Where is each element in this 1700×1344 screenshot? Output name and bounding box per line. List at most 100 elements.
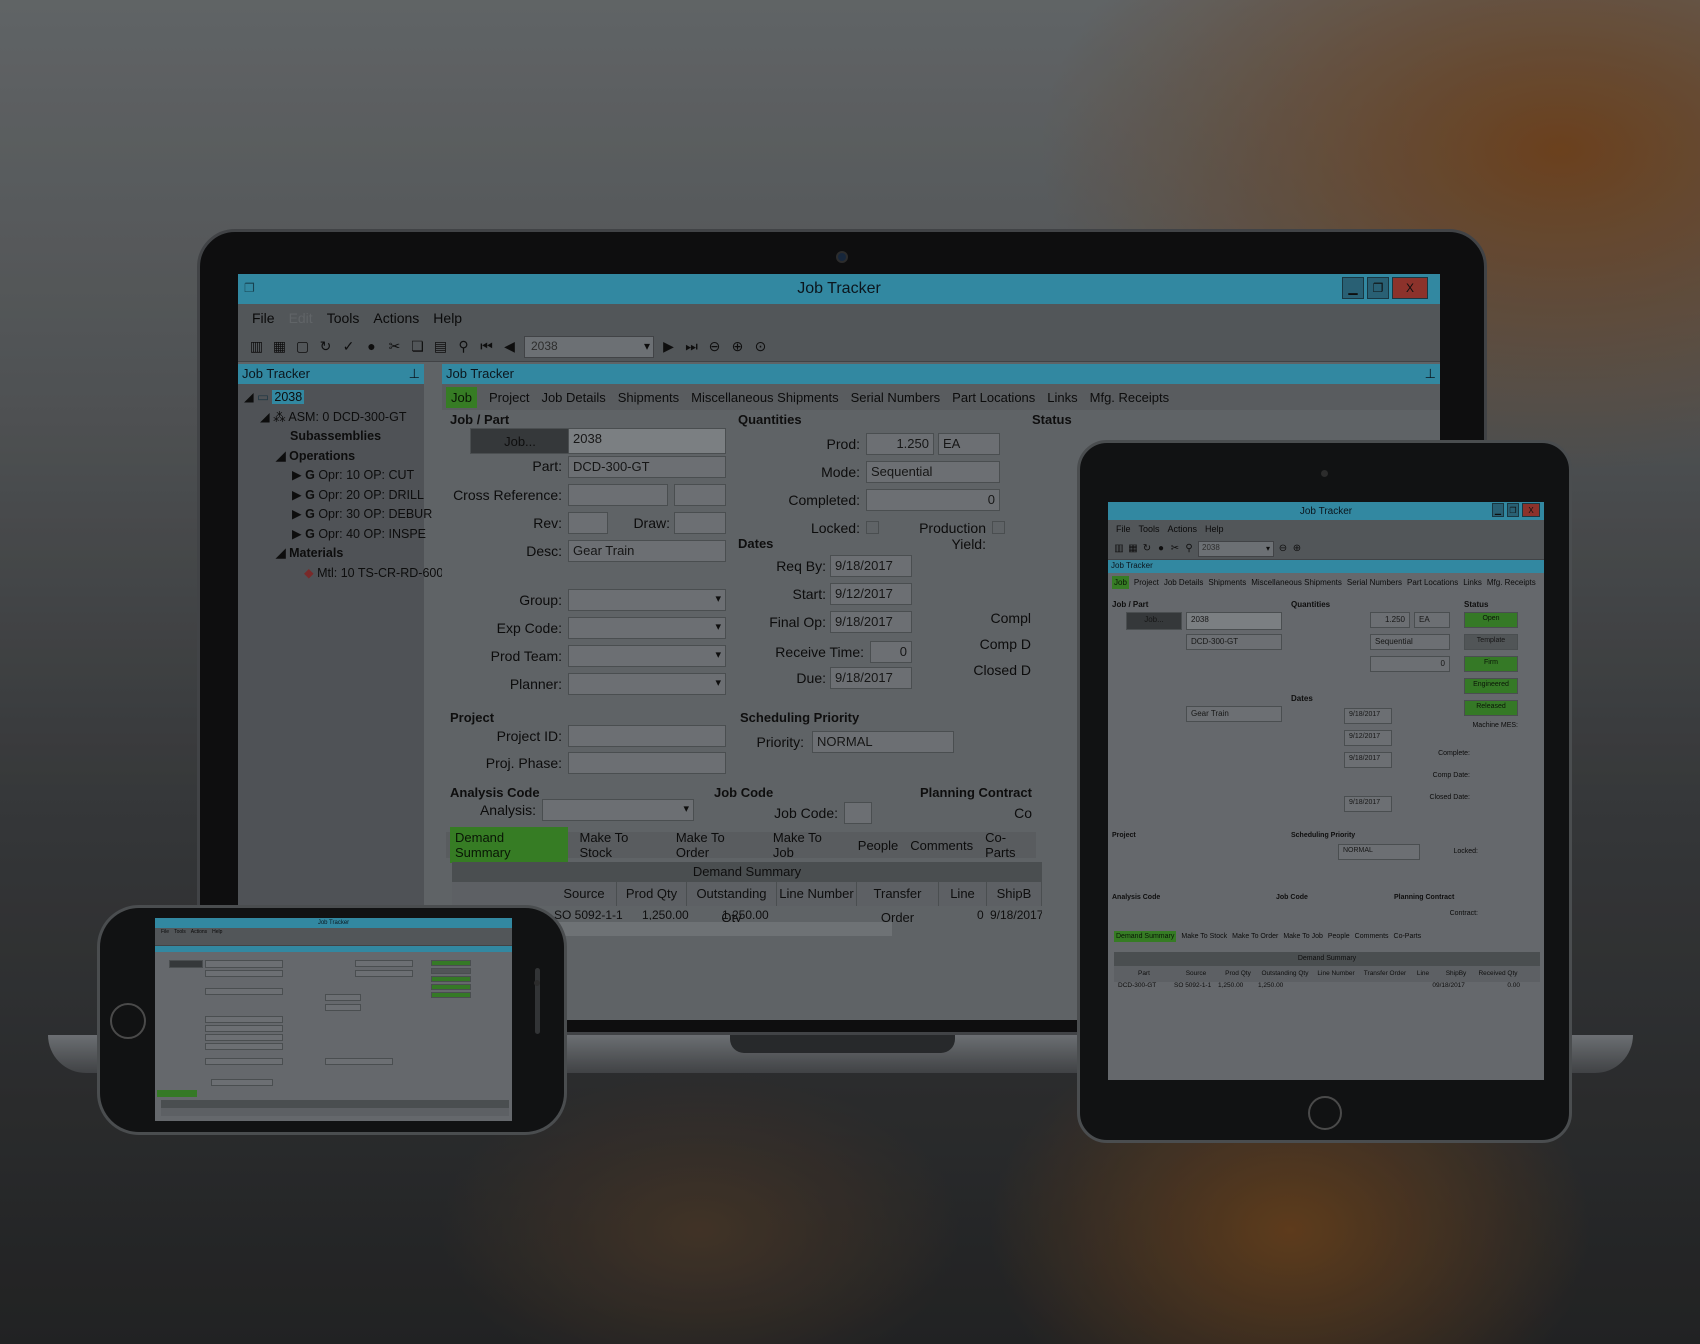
project-id-field[interactable] (568, 725, 726, 747)
production-yield-checkbox[interactable] (992, 521, 1005, 534)
col-transfer-order[interactable]: Transfer Order (857, 882, 939, 925)
tablet-col-line[interactable]: Line (1410, 966, 1436, 982)
tab-job-details[interactable]: Job Details (541, 390, 605, 405)
proj-phase-field[interactable] (568, 752, 726, 774)
status-open-button[interactable]: Open (1464, 612, 1518, 628)
desc-field[interactable]: Gear Train (568, 540, 726, 562)
phone-tab-demand[interactable] (157, 1090, 197, 1097)
record-selector[interactable]: 2038 (524, 335, 654, 358)
book-icon[interactable]: ▥ (248, 338, 265, 355)
tablet-tab-comments[interactable]: Comments (1355, 933, 1389, 940)
tablet-part-field[interactable]: DCD-300-GT (1186, 634, 1282, 650)
tablet-col-ship-by[interactable]: ShipBy (1436, 966, 1476, 982)
tablet-col-part[interactable]: Part (1114, 966, 1174, 982)
tablet-col-received[interactable]: Received Qty (1476, 966, 1520, 982)
tablet-col-transfer[interactable]: Transfer Order (1360, 966, 1410, 982)
tab-mfg-receipts[interactable]: Mfg. Receipts (1090, 390, 1169, 405)
phone-status-engineered[interactable] (431, 984, 471, 990)
status-released-button[interactable]: Released (1464, 700, 1518, 716)
menu-edit[interactable]: Edit (289, 310, 313, 326)
phone-job-field[interactable] (205, 960, 283, 968)
tablet-job-field[interactable]: 2038 (1186, 612, 1282, 630)
job-code-field[interactable] (844, 802, 872, 824)
phone-req-by-field[interactable] (325, 994, 361, 1001)
tablet-tab-make-to-stock[interactable]: Make To Stock (1181, 933, 1227, 940)
phone-prod-field[interactable] (355, 960, 413, 967)
final-op-field[interactable]: 9/18/2017 (830, 611, 912, 633)
tablet-tab-make-to-job[interactable]: Make To Job (1283, 933, 1323, 940)
tablet-col-outstanding[interactable]: Outstanding Qty (1258, 966, 1312, 982)
phone-menu-tools[interactable]: Tools (174, 929, 186, 935)
tablet-restore-button[interactable]: ❐ (1507, 503, 1519, 517)
phone-menu-file[interactable]: File (161, 929, 169, 935)
save-icon[interactable]: ● (1156, 540, 1166, 557)
tree-op-2[interactable]: ▶ G Opr: 20 OP: DRILL (238, 486, 424, 506)
tablet-final-op-field[interactable]: 9/18/2017 (1344, 752, 1392, 768)
tablet-minimize-button[interactable]: ▁ (1492, 503, 1504, 517)
tab-links[interactable]: Links (1047, 390, 1077, 405)
menu-tools[interactable]: Tools (327, 310, 360, 326)
phone-group-select[interactable] (205, 1016, 283, 1023)
tab-comments[interactable]: Comments (910, 838, 973, 853)
col-prod-qty[interactable]: Prod Qty (617, 882, 687, 906)
group-select[interactable] (568, 589, 726, 611)
horizontal-scrollbar[interactable] (552, 922, 892, 936)
tablet-job-button[interactable]: Job... (1126, 612, 1182, 630)
book-icon[interactable]: ▥ (1114, 540, 1124, 557)
exp-code-select[interactable] (568, 617, 726, 639)
uom-field[interactable]: EA (938, 433, 1000, 455)
tree-op-4[interactable]: ▶ G Opr: 40 OP: INSPE (238, 525, 426, 545)
tablet-due-field[interactable]: 9/18/2017 (1344, 796, 1392, 812)
tablet-tab-make-to-order[interactable]: Make To Order (1232, 933, 1278, 940)
cross-ref-rev-field[interactable] (674, 484, 726, 506)
grid-icon[interactable]: ▦ (271, 338, 288, 355)
cut-icon[interactable]: ✂ (1170, 540, 1180, 557)
phone-menu-help[interactable]: Help (212, 929, 222, 935)
receive-time-field[interactable]: 0 (870, 641, 912, 663)
refresh-icon[interactable]: ↻ (317, 338, 334, 355)
tablet-prod-field[interactable]: 1.250 (1370, 612, 1410, 628)
phone-exp-select[interactable] (205, 1025, 283, 1032)
grid-icon[interactable]: ▦ (1128, 540, 1138, 557)
tablet-req-by-field[interactable]: 9/18/2017 (1344, 708, 1392, 724)
status-engineered-button[interactable]: Engineered (1464, 678, 1518, 694)
tab-make-to-order[interactable]: Make To Order (676, 830, 761, 860)
tablet-close-button[interactable]: X (1522, 503, 1540, 517)
minimize-button[interactable]: ▁ (1342, 277, 1364, 299)
job-button[interactable]: Job... (470, 428, 570, 454)
phone-status-released[interactable] (431, 992, 471, 998)
first-record-icon[interactable]: ⏮ (478, 338, 495, 355)
search-icon[interactable]: ⚲ (1184, 540, 1194, 557)
tab-project[interactable]: Project (489, 390, 529, 405)
refresh-icon[interactable]: ↻ (1142, 540, 1152, 557)
status-firm-button[interactable]: Firm (1464, 656, 1518, 672)
forward-icon[interactable]: ⊕ (1292, 540, 1302, 557)
tab-make-to-job[interactable]: Make To Job (773, 830, 846, 860)
tablet-menu-help[interactable]: Help (1205, 524, 1224, 534)
tablet-menu-file[interactable]: File (1116, 524, 1131, 534)
req-by-field[interactable]: 9/18/2017 (830, 555, 912, 577)
analysis-select[interactable] (542, 799, 694, 821)
tab-misc-shipments[interactable]: Miscellaneous Shipments (691, 390, 838, 405)
tablet-tab-job-details[interactable]: Job Details (1164, 578, 1204, 587)
tablet-tab-receipts[interactable]: Mfg. Receipts (1487, 578, 1536, 587)
tablet-tab-misc[interactable]: Miscellaneous Shipments (1251, 578, 1342, 587)
back-icon[interactable]: ⊖ (706, 338, 723, 355)
cross-ref-field[interactable] (568, 484, 668, 506)
col-ship-by[interactable]: ShipB (987, 882, 1042, 906)
tab-part-locations[interactable]: Part Locations (952, 390, 1035, 405)
menu-actions[interactable]: Actions (373, 310, 419, 326)
tablet-tab-demand-summary[interactable]: Demand Summary (1114, 930, 1177, 942)
status-template-button[interactable]: Template (1464, 634, 1518, 650)
tablet-tab-co-parts[interactable]: Co-Parts (1394, 933, 1422, 940)
prod-qty-field[interactable]: 1.250 (866, 433, 934, 455)
part-field[interactable]: DCD-300-GT (568, 456, 726, 478)
tablet-col-line-number[interactable]: Line Number (1312, 966, 1360, 982)
tablet-desc-field[interactable]: Gear Train (1186, 706, 1282, 722)
save-icon[interactable]: ● (363, 338, 380, 355)
tablet-tab-serial[interactable]: Serial Numbers (1347, 578, 1402, 587)
phone-analysis-select[interactable] (211, 1079, 273, 1086)
tree-op-1[interactable]: ▶ G Opr: 10 OP: CUT (238, 466, 424, 486)
tree-asm[interactable]: ◢ ⁂ ASM: 0 DCD-300-GT (238, 408, 424, 428)
tablet-completed-field[interactable]: 0 (1370, 656, 1450, 672)
